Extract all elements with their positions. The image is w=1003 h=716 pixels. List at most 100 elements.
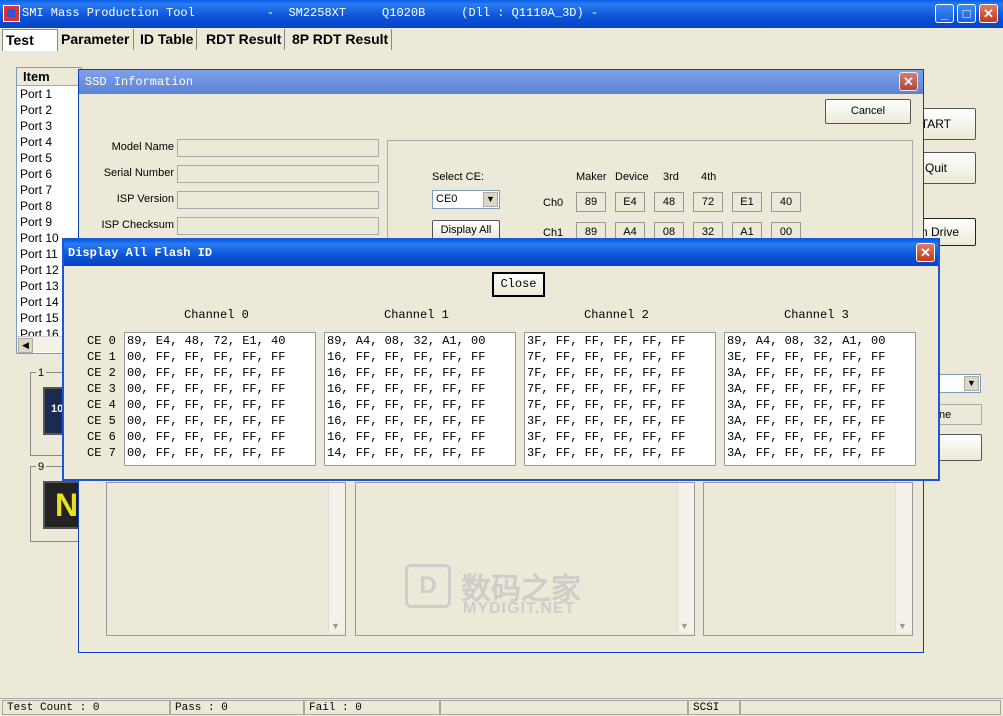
display-all-button[interactable]: Display All (432, 220, 500, 240)
channel-id-line: 3A, FF, FF, FF, FF, FF (727, 414, 886, 428)
list-item[interactable]: Port 5 (17, 150, 81, 166)
channel-id-box[interactable]: 3F, FF, FF, FF, FF, FF 7F, FF, FF, FF, FF… (524, 332, 716, 466)
device-image: N (43, 481, 83, 529)
ce-label: CE 0 (87, 334, 116, 348)
status-scsi: SCSI (688, 700, 740, 715)
channel-id-line: 89, A4, 08, 32, A1, 00 (327, 334, 486, 348)
channel-id-line: 3A, FF, FF, FF, FF, FF (727, 382, 886, 396)
id-cell: E4 (615, 192, 645, 212)
device-group-num: 1 (36, 367, 47, 379)
maximize-button[interactable]: □ (957, 4, 976, 23)
app-icon (3, 5, 20, 22)
channel-id-line: 3E, FF, FF, FF, FF, FF (727, 350, 886, 364)
lower-pane-2: ▼ (703, 482, 913, 636)
field-value (177, 165, 379, 183)
channel-id-line: 3A, FF, FF, FF, FF, FF (727, 446, 886, 460)
ce-label: CE 2 (87, 366, 116, 380)
channel-id-line: 16, FF, FF, FF, FF, FF (327, 430, 486, 444)
select-ce-dropdown[interactable]: CE0 ▼ (432, 190, 500, 209)
tab-8p-rdt-result[interactable]: 8P RDT Result (289, 29, 393, 50)
cancel-button[interactable]: Cancel (825, 99, 911, 124)
ssd-dialog-close-icon[interactable]: ✕ (899, 72, 918, 91)
field-label: Serial Number (103, 167, 174, 179)
close-button[interactable]: Close (492, 272, 545, 297)
device-image-label: N (55, 487, 79, 523)
status-test-count: Test Count : 0 (2, 700, 170, 715)
watermark-en: MYDIGIT.NET (463, 600, 576, 617)
item-list-header[interactable]: Item (17, 68, 81, 86)
channel-id-line: 7F, FF, FF, FF, FF, FF (527, 366, 686, 380)
channel-id-box[interactable]: 89, A4, 08, 32, A1, 00 16, FF, FF, FF, FF… (324, 332, 516, 466)
status-empty (440, 700, 688, 715)
app-title: SMI Mass Production Tool - SM2258XT Q102… (22, 6, 599, 20)
channel-id-line: 7F, FF, FF, FF, FF, FF (527, 350, 686, 364)
ce-label: CE 5 (87, 414, 116, 428)
id-cell: 48 (654, 192, 684, 212)
ssd-dialog-title-bar: SSD Information ✕ (79, 70, 923, 94)
lower-pane-0: ▼ (106, 482, 346, 636)
id-row-label: Ch0 (543, 197, 564, 209)
channel-id-box[interactable]: 89, A4, 08, 32, A1, 00 3E, FF, FF, FF, FF… (724, 332, 916, 466)
watermark-logo-icon: D (405, 564, 451, 608)
field-value (177, 191, 379, 209)
ce-label: CE 3 (87, 382, 116, 396)
field-label: Model Name (111, 141, 174, 153)
status-bar: Test Count : 0 Pass : 0 Fail : 0 SCSI (0, 698, 1003, 716)
channel-id-line: 16, FF, FF, FF, FF, FF (327, 382, 486, 396)
status-pass: Pass : 0 (170, 700, 304, 715)
channel-id-line: 3A, FF, FF, FF, FF, FF (727, 430, 886, 444)
channel-id-line: 3F, FF, FF, FF, FF, FF (527, 334, 686, 348)
tab-test[interactable]: Test (2, 29, 58, 51)
list-item[interactable]: Port 7 (17, 182, 81, 198)
pane-scrollbar[interactable]: ▼ (328, 483, 345, 633)
channel-id-line: 14, FF, FF, FF, FF, FF (327, 446, 486, 460)
ssd-dialog-title: SSD Information (85, 75, 194, 89)
tab-rdt-result[interactable]: RDT Result (203, 29, 286, 50)
device-group-num: 9 (36, 461, 47, 473)
list-item[interactable]: Port 9 (17, 214, 81, 230)
main-tabs: Test Parameter ID Table RDT Result 8P RD… (0, 29, 1003, 51)
status-fail: Fail : 0 (304, 700, 440, 715)
pane-scrollbar[interactable]: ▼ (895, 483, 912, 633)
channel-id-line: 16, FF, FF, FF, FF, FF (327, 414, 486, 428)
chevron-down-icon[interactable]: ▼ (483, 192, 498, 207)
channel-id-line: 00, FF, FF, FF, FF, FF (127, 430, 286, 444)
ce-label: CE 4 (87, 398, 116, 412)
flash-dialog-title-bar: Display All Flash ID ✕ (64, 240, 938, 266)
list-item[interactable]: Port 2 (17, 102, 81, 118)
minimize-button[interactable]: _ (935, 4, 954, 23)
dropdown-arrow-icon[interactable]: ▼ (964, 376, 979, 391)
id-cell: 40 (771, 192, 801, 212)
close-button[interactable]: ✕ (979, 4, 998, 23)
flash-dialog-close-icon[interactable]: ✕ (916, 243, 935, 262)
channel-id-line: 89, E4, 48, 72, E1, 40 (127, 334, 286, 348)
channel-id-line: 7F, FF, FF, FF, FF, FF (527, 382, 686, 396)
chevron-down-icon[interactable]: ▼ (331, 621, 340, 631)
channel-id-line: 00, FF, FF, FF, FF, FF (127, 350, 286, 364)
col-4th: 4th (701, 171, 717, 183)
channel-id-box[interactable]: 89, E4, 48, 72, E1, 40 00, FF, FF, FF, FF… (124, 332, 316, 466)
chevron-down-icon[interactable]: ▼ (680, 621, 689, 631)
main-title-bar: SMI Mass Production Tool - SM2258XT Q102… (0, 0, 1003, 28)
list-item[interactable]: Port 1 (17, 86, 81, 102)
chevron-down-icon[interactable]: ▼ (898, 621, 907, 631)
ce-label: CE 1 (87, 350, 116, 364)
channel-id-line: 16, FF, FF, FF, FF, FF (327, 366, 486, 380)
list-item[interactable]: Port 3 (17, 118, 81, 134)
channel-id-line: 16, FF, FF, FF, FF, FF (327, 398, 486, 412)
tab-id-table[interactable]: ID Table (137, 29, 198, 50)
pane-scrollbar[interactable]: ▼ (677, 483, 694, 633)
field-value (177, 217, 379, 235)
channel-id-line: 00, FF, FF, FF, FF, FF (127, 366, 286, 380)
channel-heading: Channel 3 (784, 308, 849, 322)
select-ce-value: CE0 (436, 193, 458, 205)
list-item[interactable]: Port 6 (17, 166, 81, 182)
tab-parameter[interactable]: Parameter (58, 29, 134, 50)
id-cell: 72 (693, 192, 723, 212)
id-cell: 89 (576, 192, 606, 212)
scroll-left-icon[interactable]: ◀ (18, 338, 33, 353)
list-item[interactable]: Port 4 (17, 134, 81, 150)
list-item[interactable]: Port 8 (17, 198, 81, 214)
status-extra (740, 700, 1001, 715)
ce-label: CE 6 (87, 430, 116, 444)
